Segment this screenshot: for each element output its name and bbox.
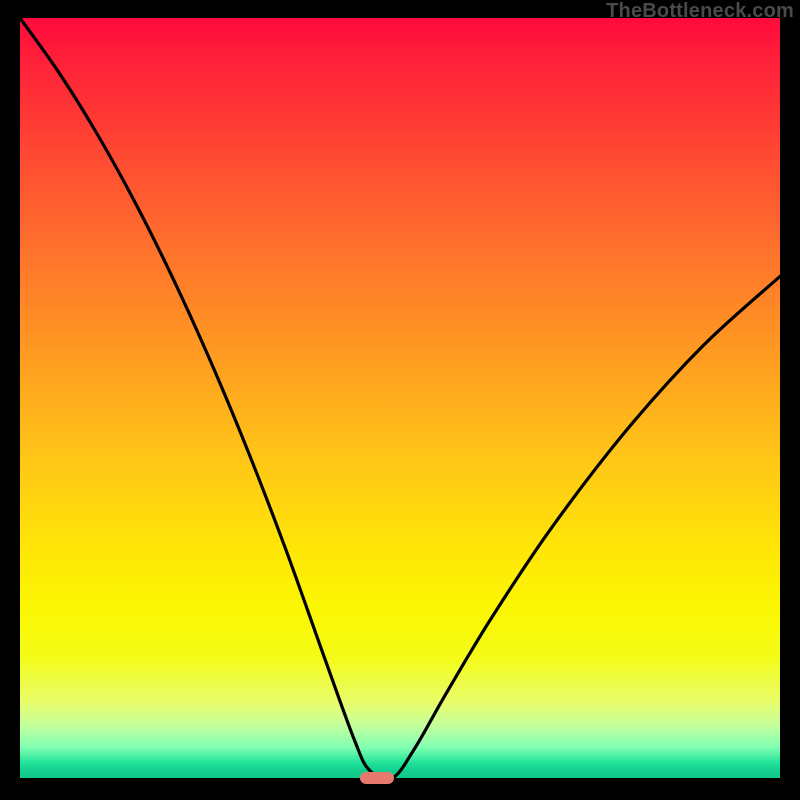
attribution-text: TheBottleneck.com xyxy=(606,0,794,23)
plot-area xyxy=(20,18,780,778)
chart-frame: TheBottleneck.com xyxy=(0,0,800,800)
heat-gradient-background xyxy=(20,18,780,778)
optimum-marker xyxy=(360,772,394,784)
